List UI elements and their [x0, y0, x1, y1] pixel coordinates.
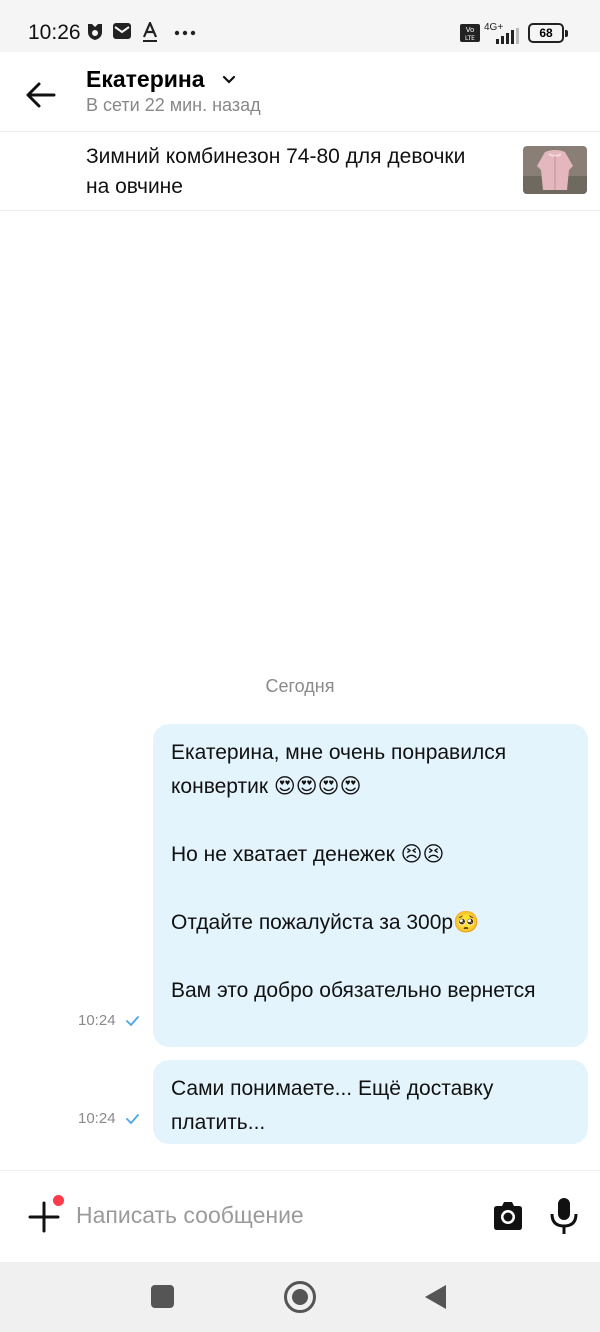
back-arrow-icon[interactable]	[24, 78, 58, 112]
font-icon	[142, 22, 158, 42]
microphone-icon[interactable]	[548, 1197, 580, 1235]
contact-status: В сети 22 мин. назад	[86, 95, 261, 115]
svg-text:LTE: LTE	[465, 35, 475, 42]
volte-icon: Vo LTE	[460, 24, 480, 42]
message-time: 10:24	[78, 1110, 116, 1127]
signal-icon	[496, 28, 519, 44]
notification-dot	[53, 1195, 64, 1206]
recent-apps-button[interactable]	[151, 1285, 174, 1308]
home-button[interactable]	[284, 1281, 316, 1313]
shield-icon	[88, 24, 102, 40]
chevron-down-icon[interactable]	[222, 75, 236, 85]
sent-check-icon	[126, 1114, 139, 1125]
back-button[interactable]	[425, 1285, 446, 1309]
message-bubble[interactable]: Сами понимаете... Ещё доставку платить..…	[153, 1060, 588, 1144]
message-composer	[0, 1170, 600, 1262]
message-input[interactable]	[76, 1195, 466, 1235]
sent-check-icon	[126, 1016, 139, 1027]
listing-thumbnail[interactable]	[523, 146, 587, 194]
listing-title[interactable]: Зимний комбинезон 74-80 для девочки на о…	[86, 142, 486, 202]
listing-preview[interactable]: Зимний комбинезон 74-80 для девочки на о…	[0, 132, 600, 211]
battery-indicator: 68	[528, 23, 568, 43]
svg-text:Vo: Vo	[466, 26, 475, 34]
camera-icon[interactable]	[491, 1199, 525, 1233]
message-bubble[interactable]: Екатерина, мне очень понравился конверти…	[153, 724, 588, 1047]
system-nav-bar	[0, 1262, 600, 1332]
mail-icon	[113, 23, 131, 39]
date-divider: Сегодня	[265, 676, 335, 696]
more-icon	[174, 30, 196, 36]
status-bar: 10:26 Vo LTE 4G+ 68	[0, 0, 600, 52]
status-time: 10:26	[28, 21, 81, 44]
contact-name[interactable]: Екатерина	[86, 66, 205, 93]
chat-header: Екатерина В сети 22 мин. назад	[0, 52, 600, 132]
message-time: 10:24	[78, 1012, 116, 1029]
